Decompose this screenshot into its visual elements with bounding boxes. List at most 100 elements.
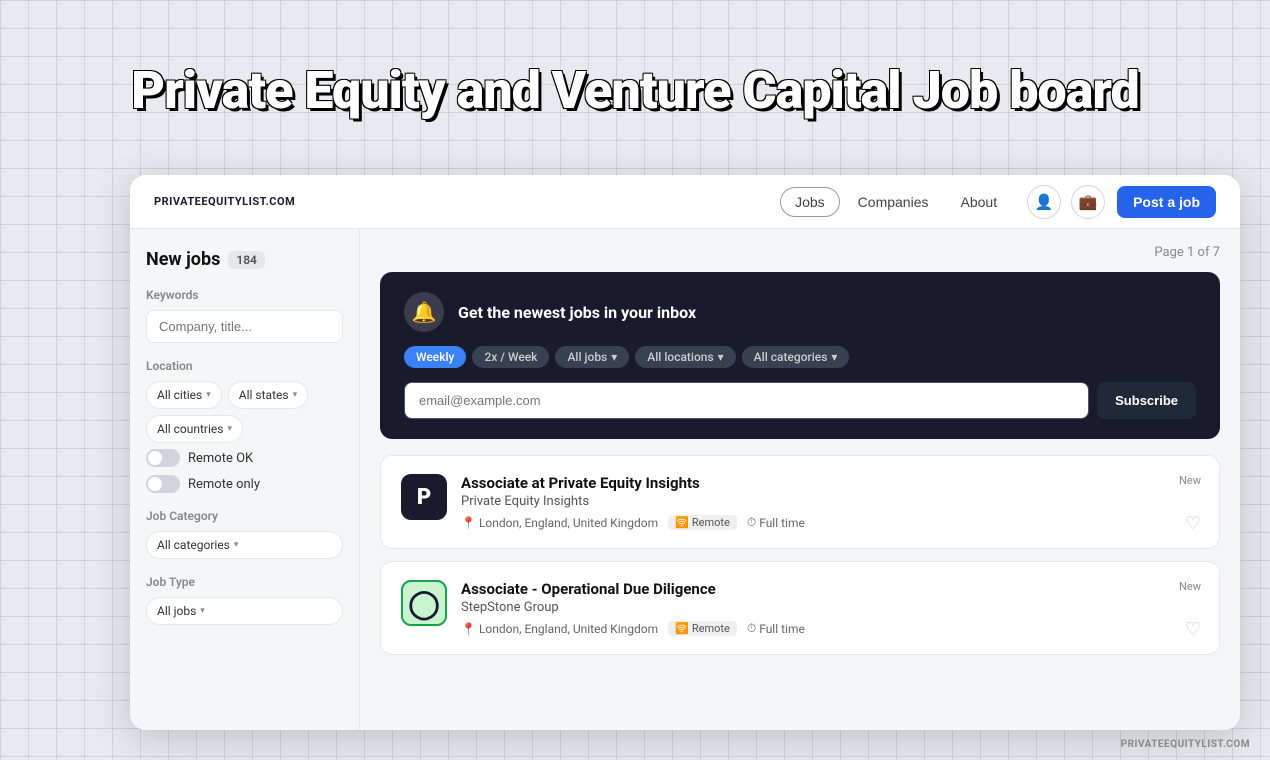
main-card: PRIVATEEQUITYLIST.COM Jobs Companies Abo… [130, 175, 1240, 730]
job-title-1: Associate at Private Equity Insights [461, 474, 1199, 492]
job-type-1: ⏱ Full time [747, 515, 805, 530]
nav-links: Jobs Companies About [780, 187, 1011, 217]
briefcase-icon: 💼 [1079, 193, 1098, 211]
job-logo-2: ◯ [401, 580, 447, 626]
all-jobs-label: All jobs [157, 604, 196, 618]
job-info-2: Associate - Operational Due Diligence St… [461, 580, 1199, 636]
frequency-twice-tag[interactable]: 2x / Week [472, 346, 549, 368]
job-type-filter: Job Type All jobs ▾ [146, 575, 343, 625]
job-meta-1: 📍 London, England, United Kingdom 🛜 Remo… [461, 515, 1199, 530]
all-countries-dropdown[interactable]: All countries ▾ [146, 415, 243, 443]
page-title: Private Equity and Venture Capital Job b… [131, 60, 1139, 121]
all-cities-label: All cities [157, 388, 202, 402]
content-area: New jobs 184 Keywords Location All citie… [130, 229, 1240, 730]
job-info-1: Associate at Private Equity Insights Pri… [461, 474, 1199, 530]
new-badge-2: New [1179, 580, 1201, 593]
all-categories-label: All categories [157, 538, 230, 552]
bell-icon: 🔔 [404, 292, 444, 332]
location-icon: 📍 [461, 516, 476, 530]
chevron-down-icon: ▾ [293, 390, 298, 400]
all-jobs-tag-label: All jobs [567, 350, 607, 364]
chevron-down-icon: ▾ [831, 350, 837, 364]
remote-badge-2: 🛜 Remote [668, 621, 737, 636]
remote-only-label: Remote only [188, 477, 260, 492]
new-jobs-title: New jobs [146, 249, 220, 270]
subscribe-title: Get the newest jobs in your inbox [458, 303, 696, 322]
location-row-2: All countries ▾ [146, 415, 343, 443]
all-categories-tag-label: All categories [754, 350, 828, 364]
all-locations-tag-label: All locations [647, 350, 713, 364]
remote-ok-row: Remote OK [146, 449, 343, 467]
brand-logo: PRIVATEEQUITYLIST.COM [154, 195, 295, 208]
briefcase-icon-button[interactable]: 💼 [1071, 185, 1105, 219]
frequency-weekly-tag[interactable]: Weekly [404, 346, 466, 368]
chevron-down-icon: ▾ [718, 350, 724, 364]
user-icon: 👤 [1035, 193, 1054, 211]
chevron-down-icon: ▾ [227, 424, 232, 434]
all-cities-dropdown[interactable]: All cities ▾ [146, 381, 222, 409]
keywords-filter: Keywords [146, 288, 343, 343]
wifi-icon: 🛜 [675, 516, 689, 529]
job-meta-2: 📍 London, England, United Kingdom 🛜 Remo… [461, 621, 1199, 636]
all-categories-dropdown[interactable]: All categories ▾ [146, 531, 343, 559]
job-category-filter: Job Category All categories ▾ [146, 509, 343, 559]
subscribe-header: 🔔 Get the newest jobs in your inbox [404, 292, 1196, 332]
remote-only-toggle[interactable] [146, 475, 180, 493]
chevron-down-icon: ▾ [200, 606, 205, 616]
job-location-2: 📍 London, England, United Kingdom [461, 622, 658, 636]
job-title-2: Associate - Operational Due Diligence [461, 580, 1199, 598]
all-states-label: All states [239, 388, 289, 402]
user-icon-button[interactable]: 👤 [1027, 185, 1061, 219]
location-row-1: All cities ▾ All states ▾ [146, 381, 343, 409]
job-type-2: ⏱ Full time [747, 621, 805, 636]
nav-about[interactable]: About [947, 188, 1012, 216]
all-jobs-tag[interactable]: All jobs ▾ [555, 346, 629, 368]
job-company-1: Private Equity Insights [461, 494, 1199, 509]
subscribe-card: 🔔 Get the newest jobs in your inbox Week… [380, 272, 1220, 439]
chevron-down-icon: ▾ [206, 390, 211, 400]
all-countries-label: All countries [157, 422, 223, 436]
footer-brand: PRIVATEEQUITYLIST.COM [1121, 739, 1250, 750]
main-content: Page 1 of 7 🔔 Get the newest jobs in you… [360, 229, 1240, 730]
location-filter: Location All cities ▾ All states ▾ All c… [146, 359, 343, 493]
subscribe-input-row: Subscribe [404, 382, 1196, 419]
page-info: Page 1 of 7 [380, 245, 1220, 260]
location-icon: 📍 [461, 622, 476, 636]
clock-icon: ⏱ [747, 621, 756, 636]
job-card-2[interactable]: ◯ Associate - Operational Due Diligence … [380, 561, 1220, 655]
new-jobs-header: New jobs 184 [146, 249, 343, 270]
all-locations-tag[interactable]: All locations ▾ [635, 346, 735, 368]
location-label: Location [146, 359, 343, 373]
remote-ok-label: Remote OK [188, 451, 253, 466]
subscribe-button[interactable]: Subscribe [1097, 382, 1196, 419]
new-badge-1: New [1179, 474, 1201, 487]
remote-badge-1: 🛜 Remote [668, 515, 737, 530]
sidebar: New jobs 184 Keywords Location All citie… [130, 229, 360, 730]
jobs-count-badge: 184 [228, 251, 265, 269]
chevron-down-icon: ▾ [611, 350, 617, 364]
subscribe-tags: Weekly 2x / Week All jobs ▾ All location… [404, 346, 1196, 368]
navigation: PRIVATEEQUITYLIST.COM Jobs Companies Abo… [130, 175, 1240, 229]
nav-icons: 👤 💼 [1027, 185, 1105, 219]
job-location-1: 📍 London, England, United Kingdom [461, 516, 658, 530]
email-input[interactable] [404, 382, 1089, 419]
keywords-label: Keywords [146, 288, 343, 302]
nav-jobs[interactable]: Jobs [780, 187, 840, 217]
chevron-down-icon: ▾ [234, 540, 239, 550]
all-jobs-dropdown[interactable]: All jobs ▾ [146, 597, 343, 625]
keywords-input[interactable] [146, 310, 343, 343]
post-job-button[interactable]: Post a job [1117, 186, 1216, 218]
job-card-1[interactable]: P Associate at Private Equity Insights P… [380, 455, 1220, 549]
all-states-dropdown[interactable]: All states ▾ [228, 381, 308, 409]
clock-icon: ⏱ [747, 515, 756, 530]
job-company-2: StepStone Group [461, 600, 1199, 615]
all-categories-tag[interactable]: All categories ▾ [742, 346, 850, 368]
remote-ok-toggle[interactable] [146, 449, 180, 467]
heart-icon-1[interactable]: ♡ [1185, 513, 1201, 534]
wifi-icon: 🛜 [675, 622, 689, 635]
heart-icon-2[interactable]: ♡ [1185, 619, 1201, 640]
remote-only-row: Remote only [146, 475, 343, 493]
job-logo-1: P [401, 474, 447, 520]
job-category-label: Job Category [146, 509, 343, 523]
nav-companies[interactable]: Companies [844, 188, 943, 216]
